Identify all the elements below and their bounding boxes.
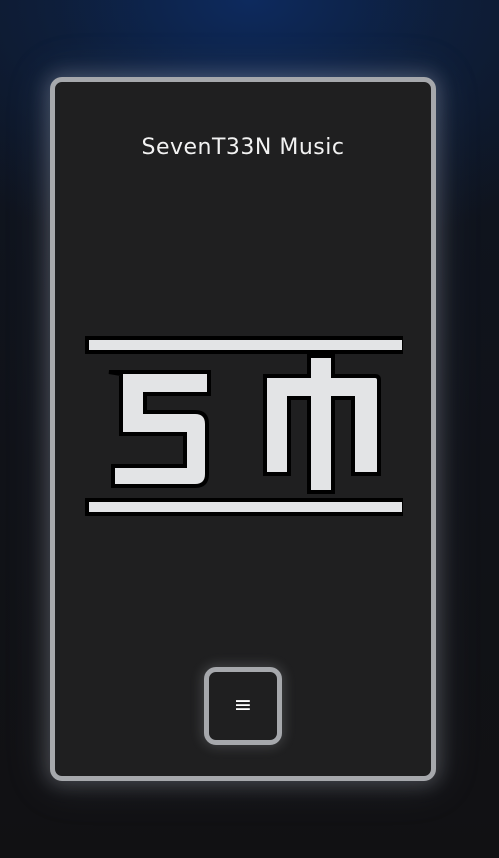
logo-top-bar bbox=[85, 336, 403, 354]
seventeen-music-logo bbox=[85, 336, 403, 516]
site-title: SevenT33N Music bbox=[141, 135, 345, 160]
logo-bottom-bar bbox=[85, 498, 403, 516]
menu-button[interactable]: ≡ bbox=[204, 667, 282, 745]
hamburger-icon: ≡ bbox=[233, 693, 253, 718]
main-card: SevenT33N Music ≡ bbox=[50, 77, 436, 781]
logo-letter-m bbox=[263, 354, 381, 494]
logo-letter-s bbox=[108, 370, 211, 488]
